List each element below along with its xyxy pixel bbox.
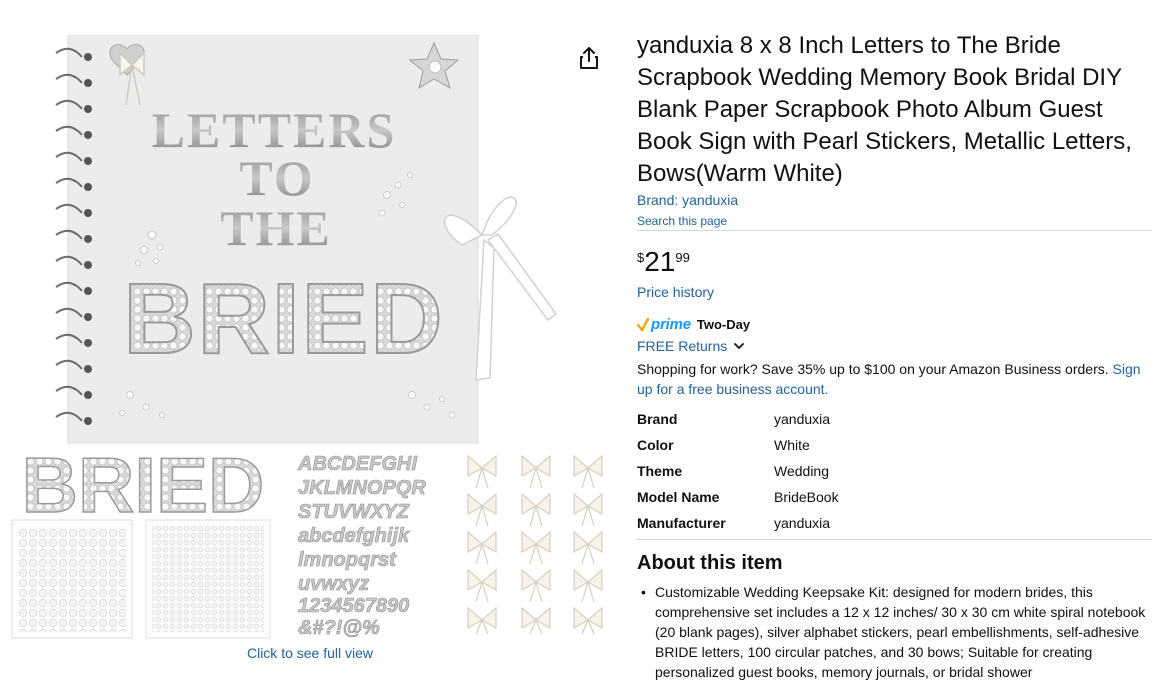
spec-row: Brand yanduxia: [637, 406, 1152, 432]
product-image[interactable]: LETTERS TO THE BRIED: [52, 35, 607, 445]
divider: [637, 539, 1152, 540]
spec-value: yanduxia: [774, 515, 831, 531]
prime-badge: prime Two-Day: [637, 316, 750, 333]
share-icon[interactable]: [578, 45, 600, 71]
spec-row: Model Name BrideBook: [637, 484, 1152, 510]
spec-value: Wedding: [774, 463, 830, 479]
search-this-page-link[interactable]: Search this page: [637, 214, 727, 228]
cover-text-to: TO: [239, 150, 314, 206]
product-specs-table: Brand yanduxia Color White Theme Wedding…: [637, 406, 1152, 536]
full-view-link[interactable]: Click to see full view: [190, 645, 430, 661]
about-item: Customizable Wedding Keepsake Kit: desig…: [637, 582, 1152, 682]
product-thumbnail-accessories[interactable]: BRIED ABCDEFGHI JKLMNOPQR STUVWXYZ abcde…: [8, 448, 608, 648]
alphabet-row: abcdefghijk: [298, 525, 410, 547]
brand-link[interactable]: Brand: yanduxia: [637, 192, 738, 208]
price-history-link[interactable]: Price history: [637, 284, 714, 300]
business-promo-text: Shopping for work? Save 35% up to $100 o…: [637, 361, 1113, 377]
spec-value: BrideBook: [774, 489, 839, 505]
alphabet-row: lmnopqrst: [298, 549, 397, 571]
free-returns-dropdown[interactable]: FREE Returns: [637, 338, 745, 354]
spec-key: Color: [637, 437, 674, 453]
cover-text-the: THE: [220, 200, 332, 256]
spec-row: Manufacturer yanduxia: [637, 510, 1152, 536]
alphabet-row: 1234567890: [298, 595, 409, 617]
product-image-area: LETTERS TO THE BRIED BRIED ABCDEFGHI JKL…: [0, 0, 620, 688]
bows-grid: [467, 454, 603, 635]
prime-delivery-label: Two-Day: [696, 317, 751, 332]
business-promo: Shopping for work? Save 35% up to $100 o…: [637, 359, 1152, 399]
prime-logo: prime: [651, 316, 691, 333]
spec-value: White: [774, 437, 810, 453]
free-returns-label: FREE Returns: [637, 338, 728, 354]
spec-key: Theme: [637, 463, 683, 479]
price: $2199: [637, 246, 690, 278]
spec-value: yanduxia: [774, 411, 831, 427]
price-whole: 21: [644, 246, 676, 277]
spec-row: Color White: [637, 432, 1152, 458]
spec-row: Theme Wedding: [637, 458, 1152, 484]
chevron-down-icon: [734, 343, 745, 349]
prime-check-icon: [637, 317, 649, 331]
alphabet-row: JKLMNOPQR: [298, 477, 426, 499]
spec-key: Model Name: [637, 489, 720, 505]
cover-text-bride: BRIED: [123, 263, 444, 375]
spec-key: Manufacturer: [637, 515, 726, 531]
alphabet-row: &#?!@%: [298, 617, 380, 639]
product-title: yanduxia 8 x 8 Inch Letters to The Bride…: [637, 32, 1132, 187]
about-heading: About this item: [637, 552, 783, 574]
about-list: Customizable Wedding Keepsake Kit: desig…: [637, 582, 1152, 682]
alphabet-row: ABCDEFGHI: [297, 453, 417, 475]
alphabet-row: uvwxyz: [298, 573, 369, 595]
spec-key: Brand: [637, 411, 678, 427]
price-fraction: 99: [675, 250, 690, 265]
divider: [637, 230, 1152, 231]
price-symbol: $: [637, 250, 645, 265]
alphabet-row: STUVWXYZ: [298, 501, 410, 523]
swatch-bride-letters: BRIED: [22, 448, 265, 529]
